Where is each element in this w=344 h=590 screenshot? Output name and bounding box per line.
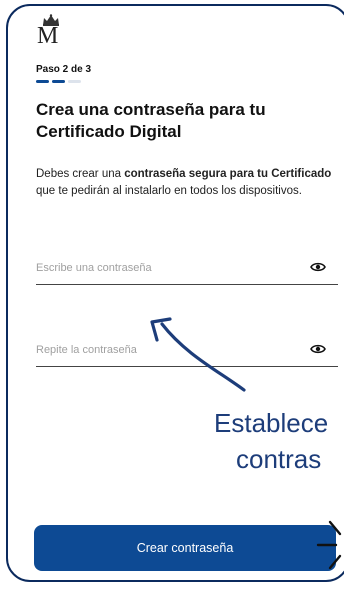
app-screen: M Paso 2 de 3 Crea una contraseña para t…: [6, 4, 344, 582]
royal-logo: M: [36, 14, 76, 50]
progress-segment-3: [68, 80, 81, 83]
password-field: [36, 256, 338, 285]
description-text-1: Debes crear una: [36, 168, 125, 180]
page-title: Crea una contraseña para tu Certificado …: [36, 100, 266, 141]
create-password-button[interactable]: Crear contraseña: [34, 525, 336, 571]
step-progress-bar: [36, 80, 82, 84]
progress-segment-1: [36, 80, 49, 83]
description-bold-2: Certificado: [271, 168, 332, 180]
page-description: Debes crear una contraseña segura para t…: [36, 166, 341, 200]
description-bold-1: contraseña segura para tu: [124, 168, 269, 180]
password-input[interactable]: [36, 256, 296, 280]
step-indicator-label: Paso 2 de 3: [36, 64, 92, 75]
eye-icon[interactable]: [310, 261, 326, 273]
repeat-password-input[interactable]: [36, 338, 296, 362]
logo-letter: M: [37, 23, 59, 49]
annotation-caption-line-1: Establece: [214, 408, 329, 438]
annotation-caption-line-2: contras: [236, 444, 322, 474]
description-text-3: que te pedirán al instalarlo en todos lo…: [36, 185, 302, 197]
eye-icon[interactable]: [310, 343, 326, 355]
repeat-password-field: [36, 338, 338, 367]
progress-segment-2: [52, 80, 65, 83]
